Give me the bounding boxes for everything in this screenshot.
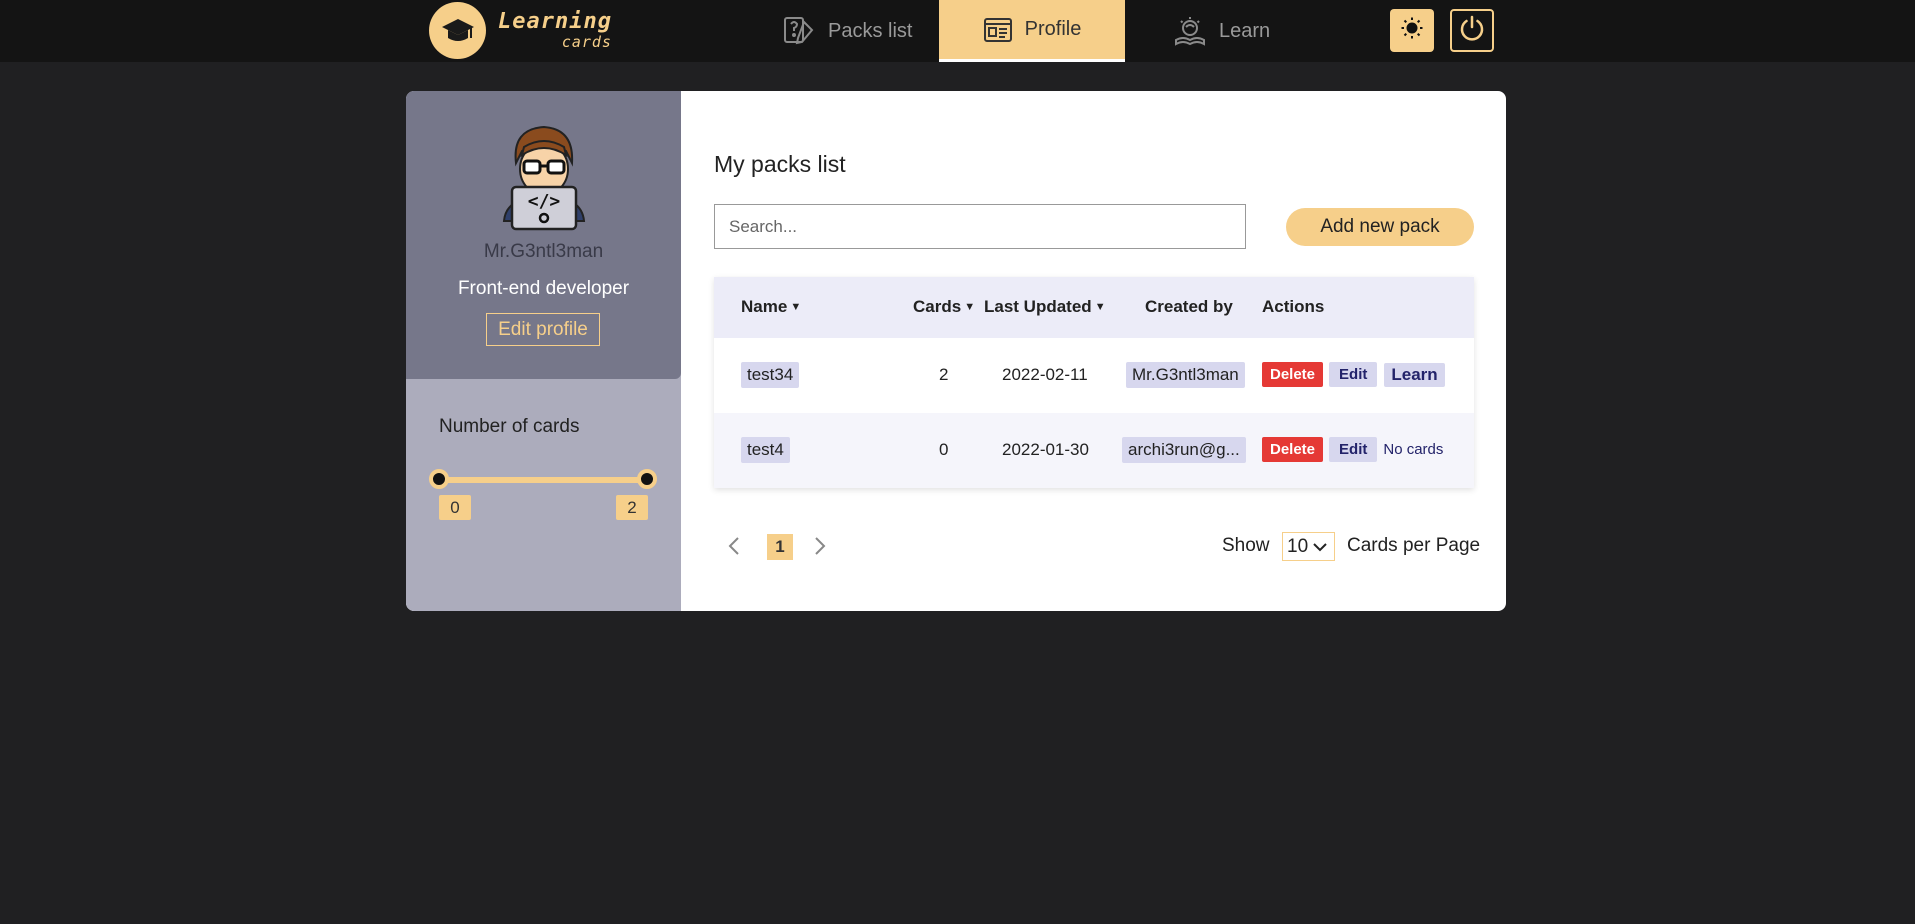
chevron-right-icon <box>814 536 826 561</box>
pack-created-by: archi3run@g... <box>1122 437 1246 463</box>
chevron-down-icon <box>1313 542 1327 552</box>
row-actions: Delete Edit Learn <box>1262 362 1445 387</box>
sort-down-icon: ▼ <box>790 301 802 313</box>
column-created-label: Created by <box>1145 297 1233 316</box>
column-cards-sort[interactable]: Cards ▼ <box>913 297 975 317</box>
cards-per-page-label: Cards per Page <box>1347 535 1481 556</box>
table-row: test4 0 2022-01-30 archi3run@g... Delete… <box>714 413 1474 488</box>
packs-icon <box>782 14 816 48</box>
column-name-sort[interactable]: Name ▼ <box>741 297 801 317</box>
graduation-cap-icon <box>429 2 486 59</box>
pack-created-by: Mr.G3ntl3man <box>1126 362 1245 388</box>
column-updated-sort[interactable]: Last Updated ▼ <box>984 297 1106 317</box>
slider-max-handle[interactable] <box>637 469 657 489</box>
table-header: Name ▼ Cards ▼ Last Updated ▼ Created by Ac… <box>714 277 1474 338</box>
no-cards-label: No cards <box>1383 441 1444 458</box>
pack-cards-count: 2 <box>939 365 949 384</box>
created-by-chip: Mr.G3ntl3man <box>1126 362 1245 388</box>
column-actions-label: Actions <box>1262 297 1325 316</box>
profile-job-title: Front-end developer <box>457 278 630 299</box>
pack-name[interactable]: test34 <box>741 362 800 388</box>
pack-updated-date: 2022-01-30 <box>1002 440 1089 459</box>
nav-packs-label: Packs list <box>828 19 913 42</box>
delete-pack-button[interactable]: Delete <box>1262 362 1324 387</box>
column-actions: Actions <box>1262 297 1324 317</box>
sort-down-icon: ▼ <box>1094 301 1106 313</box>
chevron-left-icon <box>728 536 740 561</box>
edit-pack-button[interactable]: Edit <box>1329 437 1378 462</box>
slider-max-value: 2 <box>616 495 648 520</box>
pack-name-chip: test34 <box>741 362 800 388</box>
per-page-select[interactable]: 10 <box>1282 532 1335 561</box>
prev-page-button[interactable] <box>725 536 743 560</box>
profile-username: Mr.G3ntl3man <box>483 241 604 262</box>
pack-name-chip: test4 <box>741 437 790 463</box>
row-actions: Delete Edit No cards <box>1262 437 1443 462</box>
next-page-button[interactable] <box>811 536 829 560</box>
logo-line2: cards <box>561 33 612 51</box>
add-new-pack-button[interactable]: Add new pack <box>1286 208 1474 246</box>
packs-content: My packs list Add new pack Name▼ Cards▼ … <box>681 91 1506 611</box>
search-input[interactable] <box>714 204 1246 249</box>
nav-profile[interactable]: Profile <box>939 0 1125 62</box>
profile-box: </> Mr.G3ntl3man Front-end developer Edi… <box>406 91 681 379</box>
column-name-label: Name <box>741 297 788 316</box>
slider-min-value: 0 <box>439 495 471 520</box>
logo-text: Learning cards <box>498 11 612 50</box>
learn-icon <box>1173 14 1207 48</box>
nav-profile-label: Profile <box>1024 18 1082 40</box>
app-logo[interactable]: Learning cards <box>429 2 612 59</box>
pack-cards-count: 0 <box>939 440 949 459</box>
cards-range-slider[interactable] <box>439 477 647 483</box>
created-by-chip: archi3run@g... <box>1122 437 1246 463</box>
table-row: test34 2 2022-02-11 Mr.G3ntl3man Delete … <box>714 338 1474 413</box>
logo-line1: Learning <box>498 9 612 34</box>
nav-learn-label: Learn <box>1219 19 1271 42</box>
power-icon <box>1458 14 1486 47</box>
learn-pack-button[interactable]: Learn <box>1384 362 1445 387</box>
number-of-cards-label: Number of cards <box>439 416 580 437</box>
show-label: Show <box>1222 535 1270 556</box>
edit-profile-button[interactable]: Edit profile <box>486 313 600 346</box>
svg-text:</>: </> <box>528 191 561 212</box>
current-page[interactable]: 1 <box>767 534 793 560</box>
slider-min-handle[interactable] <box>429 469 449 489</box>
pack-updated-date: 2022-02-11 <box>1002 365 1088 384</box>
sort-down-icon: ▼ <box>964 301 976 313</box>
profile-card-icon <box>983 17 1013 43</box>
nav-learn[interactable]: Learn <box>1173 0 1270 62</box>
sidebar: </> Mr.G3ntl3man Front-end developer Edi… <box>406 91 681 611</box>
packs-table: Name ▼ Cards ▼ Last Updated ▼ Created by Ac… <box>714 277 1474 488</box>
column-created-by: Created by <box>1145 297 1233 317</box>
page-title: My packs list <box>714 151 846 177</box>
edit-pack-button[interactable]: Edit <box>1329 362 1378 387</box>
profile-panel: </> Mr.G3ntl3man Front-end developer Edi… <box>406 91 1506 611</box>
sun-icon <box>1400 16 1424 45</box>
theme-toggle-button[interactable] <box>1390 9 1434 52</box>
logout-button[interactable] <box>1450 9 1494 52</box>
delete-pack-button[interactable]: Delete <box>1262 437 1324 462</box>
avatar: </> <box>494 121 594 231</box>
column-cards-label: Cards <box>913 297 962 316</box>
pack-name[interactable]: test4 <box>741 437 790 463</box>
per-page-value: 10 <box>1287 535 1309 557</box>
top-header: Learning cards Packs list Profile Learn <box>0 0 1915 62</box>
nav-packs-list[interactable]: Packs list <box>782 0 912 62</box>
column-updated-label: Last Updated <box>984 297 1092 316</box>
